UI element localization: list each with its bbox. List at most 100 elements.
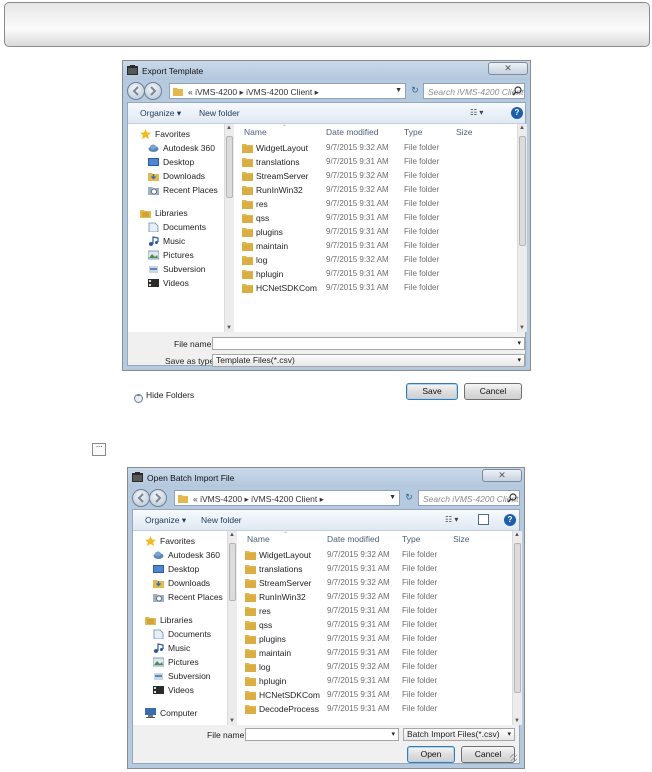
file-row[interactable]: translations 9/7/2015 9:31 AM File folder bbox=[234, 155, 517, 169]
file-row[interactable]: qss 9/7/2015 9:31 AM File folder bbox=[234, 211, 517, 225]
navigation-scrollbar[interactable]: ▲ ▼ bbox=[224, 124, 234, 332]
scroll-down-icon[interactable]: ▼ bbox=[229, 718, 235, 724]
scroll-thumb[interactable] bbox=[519, 136, 526, 246]
file-type-select[interactable]: Batch Import Files(*.csv) ▾ bbox=[403, 728, 515, 741]
file-row[interactable]: maintain 9/7/2015 9:31 AM File folder bbox=[237, 646, 512, 660]
file-row[interactable]: DecodeProcess 9/7/2015 9:31 AM File folder bbox=[237, 702, 512, 716]
refresh-icon[interactable]: ↻ bbox=[402, 490, 416, 506]
file-row[interactable]: res 9/7/2015 9:31 AM File folder bbox=[234, 197, 517, 211]
column-header-size[interactable]: Size bbox=[456, 127, 473, 137]
scroll-thumb[interactable] bbox=[226, 136, 233, 198]
help-icon[interactable]: ? bbox=[504, 514, 516, 526]
file-row[interactable]: RunInWin32 9/7/2015 9:32 AM File folder bbox=[234, 183, 517, 197]
change-view-button[interactable]: ☷ ▾ bbox=[470, 108, 483, 117]
column-header-size[interactable]: Size bbox=[453, 534, 470, 544]
computer-icon bbox=[145, 708, 156, 718]
column-header-date[interactable]: Date modified bbox=[327, 534, 379, 544]
file-name: DecodeProcess bbox=[259, 704, 320, 714]
change-view-button[interactable]: ☷ ▾ bbox=[445, 515, 458, 524]
cancel-button[interactable]: Cancel bbox=[461, 746, 515, 763]
resize-grip[interactable] bbox=[510, 754, 517, 761]
file-row[interactable]: plugins 9/7/2015 9:31 AM File folder bbox=[237, 632, 512, 646]
help-icon[interactable]: ? bbox=[511, 107, 523, 119]
chevron-down-icon[interactable]: ▾ bbox=[391, 729, 395, 740]
file-list-scrollbar[interactable]: ▲ ▼ bbox=[512, 531, 522, 725]
file-name: translations bbox=[256, 157, 300, 167]
close-button[interactable]: ✕ bbox=[482, 469, 522, 482]
column-header-name[interactable]: Name bbox=[244, 127, 267, 137]
file-list-scrollbar[interactable]: ▲ ▼ bbox=[517, 124, 527, 332]
file-row[interactable]: hplugin 9/7/2015 9:31 AM File folder bbox=[234, 267, 517, 281]
scroll-thumb[interactable] bbox=[514, 543, 521, 693]
scroll-up-icon[interactable]: ▲ bbox=[226, 125, 232, 131]
file-date: 9/7/2015 9:31 AM bbox=[326, 241, 389, 250]
open-button[interactable]: Open bbox=[407, 746, 455, 763]
file-name: hplugin bbox=[259, 676, 287, 686]
close-button[interactable]: ✕ bbox=[488, 62, 528, 75]
file-row[interactable]: WidgetLayout 9/7/2015 9:32 AM File folder bbox=[237, 548, 512, 562]
column-header-name[interactable]: Name bbox=[247, 534, 270, 544]
videos-icon bbox=[153, 686, 164, 694]
cloud-icon bbox=[148, 144, 159, 152]
navigation-scrollbar[interactable]: ▲ ▼ bbox=[227, 531, 237, 725]
file-row[interactable]: log 9/7/2015 9:32 AM File folder bbox=[234, 253, 517, 267]
file-date: 9/7/2015 9:32 AM bbox=[326, 255, 389, 264]
file-row[interactable]: res 9/7/2015 9:31 AM File folder bbox=[237, 604, 512, 618]
new-folder-button[interactable]: New folder bbox=[199, 108, 240, 118]
chevron-down-icon[interactable]: ▾ bbox=[517, 338, 521, 349]
column-header-type[interactable]: Type bbox=[404, 127, 422, 137]
navigation-pane: Favorites Autodesk 360 Desktop Downloads Rec… bbox=[128, 124, 224, 332]
chevron-down-icon[interactable]: ▼ bbox=[395, 87, 402, 94]
organize-menu[interactable]: Organize ▾ bbox=[145, 515, 186, 526]
chevron-down-icon[interactable]: ▼ bbox=[389, 494, 396, 501]
browse-ellipsis-button[interactable]: ··· bbox=[92, 443, 106, 456]
nav-item-label: Subversion bbox=[168, 671, 211, 681]
save-button[interactable]: Save bbox=[406, 383, 458, 400]
address-breadcrumb[interactable]: « iVMS-4200 ▸ iVMS-4200 Client ▸ ▼ bbox=[174, 490, 400, 506]
file-row[interactable]: WidgetLayout 9/7/2015 9:32 AM File folder bbox=[234, 141, 517, 155]
column-header-date[interactable]: Date modified bbox=[326, 127, 378, 137]
file-row[interactable]: HCNetSDKCom 9/7/2015 9:31 AM File folder bbox=[234, 281, 517, 295]
cancel-button[interactable]: Cancel bbox=[464, 383, 522, 400]
back-button[interactable] bbox=[127, 82, 145, 100]
scroll-up-icon[interactable]: ▲ bbox=[229, 532, 235, 538]
search-input[interactable]: Search iVMS-4200 Client bbox=[423, 83, 525, 99]
file-row[interactable]: qss 9/7/2015 9:31 AM File folder bbox=[237, 618, 512, 632]
file-name-input[interactable]: ▾ bbox=[245, 728, 399, 741]
scroll-up-icon[interactable]: ▲ bbox=[514, 532, 520, 538]
column-header-type[interactable]: Type bbox=[402, 534, 420, 544]
scroll-down-icon[interactable]: ▼ bbox=[226, 325, 232, 331]
search-placeholder: Search iVMS-4200 Client bbox=[423, 494, 519, 504]
file-row[interactable]: maintain 9/7/2015 9:31 AM File folder bbox=[234, 239, 517, 253]
new-folder-button[interactable]: New folder bbox=[201, 515, 242, 525]
downloads-icon bbox=[148, 173, 159, 181]
nav-item-label: Documents bbox=[168, 629, 211, 639]
file-row[interactable]: StreamServer 9/7/2015 9:32 AM File folder bbox=[237, 576, 512, 590]
preview-pane-button[interactable] bbox=[478, 514, 489, 525]
chevron-down-icon[interactable]: ▾ bbox=[507, 729, 511, 740]
scroll-down-icon[interactable]: ▼ bbox=[519, 325, 525, 331]
save-as-type-select[interactable]: Template Files(*.csv) ▾ bbox=[212, 354, 525, 367]
forward-button[interactable] bbox=[144, 82, 162, 100]
file-row[interactable]: HCNetSDKCom 9/7/2015 9:31 AM File folder bbox=[237, 688, 512, 702]
file-row[interactable]: plugins 9/7/2015 9:31 AM File folder bbox=[234, 225, 517, 239]
search-input[interactable]: Search iVMS-4200 Client bbox=[418, 490, 520, 506]
file-row[interactable]: hplugin 9/7/2015 9:31 AM File folder bbox=[237, 674, 512, 688]
scroll-thumb[interactable] bbox=[229, 543, 236, 601]
chevron-down-icon[interactable]: ▾ bbox=[517, 355, 521, 366]
address-breadcrumb[interactable]: « iVMS-4200 ▸ iVMS-4200 Client ▸ ▼ bbox=[169, 83, 406, 99]
organize-menu[interactable]: Organize ▾ bbox=[140, 108, 181, 119]
export-template-dialog: Export Template ✕ « iVMS-4200 ▸ iVMS-420… bbox=[122, 60, 531, 403]
back-button[interactable] bbox=[132, 489, 150, 507]
file-row[interactable]: StreamServer 9/7/2015 9:32 AM File folder bbox=[234, 169, 517, 183]
file-row[interactable]: translations 9/7/2015 9:31 AM File folder bbox=[237, 562, 512, 576]
scroll-up-icon[interactable]: ▲ bbox=[519, 125, 525, 131]
hide-folders-toggle[interactable]: ⌃ Hide Folders bbox=[134, 390, 194, 403]
file-row[interactable]: RunInWin32 9/7/2015 9:32 AM File folder bbox=[237, 590, 512, 604]
refresh-icon[interactable]: ↻ bbox=[408, 83, 422, 99]
nav-buttons bbox=[132, 489, 170, 507]
forward-button[interactable] bbox=[149, 489, 167, 507]
file-name-input[interactable]: ▾ bbox=[212, 337, 525, 350]
file-row[interactable]: log 9/7/2015 9:32 AM File folder bbox=[237, 660, 512, 674]
scroll-down-icon[interactable]: ▼ bbox=[514, 718, 520, 724]
